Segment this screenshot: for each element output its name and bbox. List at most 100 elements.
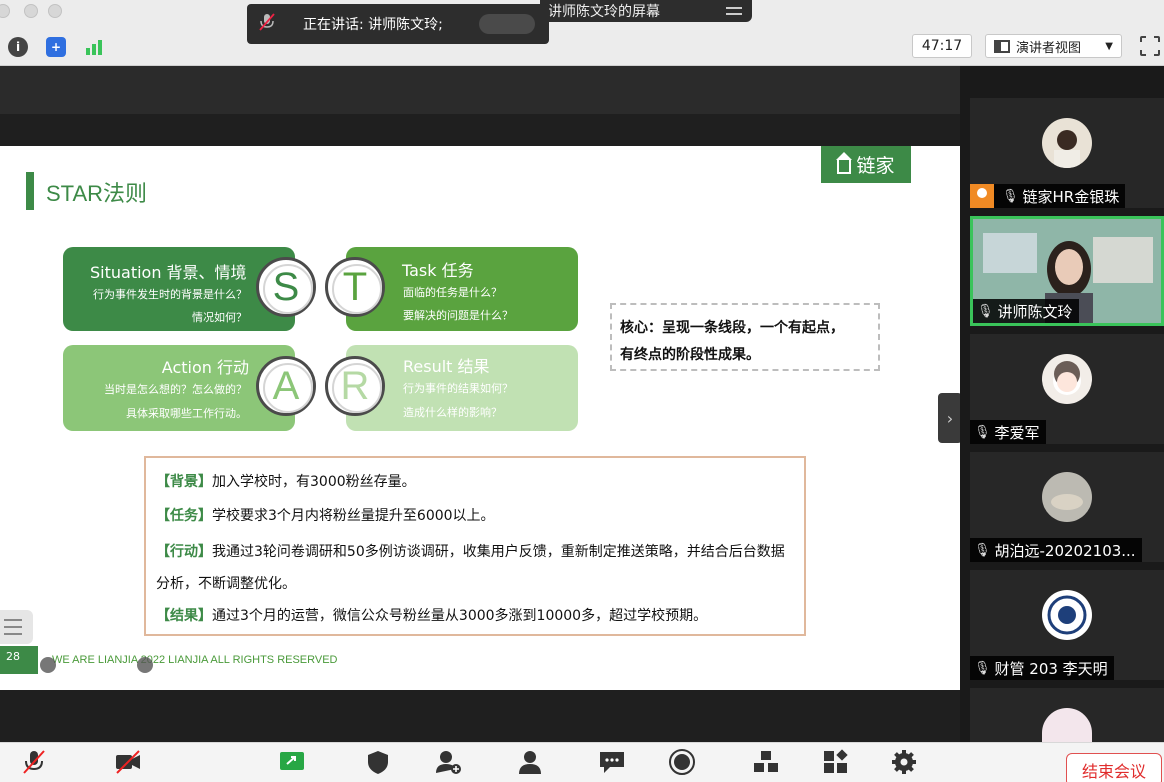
info-icon[interactable]: i xyxy=(8,37,28,57)
end-meeting-button[interactable]: 结束会议 xyxy=(1066,753,1162,782)
share-title-text: 讲师陈文玲的屏幕 xyxy=(548,4,660,20)
speaking-indicator: 正在讲话: 讲师陈文玲; xyxy=(247,4,549,44)
zoom-window-button[interactable] xyxy=(48,4,62,18)
card-line: 行为事件发生时的背景是什么？ xyxy=(93,288,247,301)
share-screen-icon[interactable] xyxy=(278,749,306,775)
letter-s-circle: S xyxy=(256,257,316,317)
star-tag: 【任务】 xyxy=(156,508,212,524)
more-icon[interactable] xyxy=(137,657,153,673)
participant-name-bar: 🎙 财管 203 李天明 xyxy=(970,656,1114,680)
security-shield-icon[interactable]: + xyxy=(46,37,66,57)
avatar xyxy=(1042,118,1092,168)
view-mode-label: 演讲者视图 xyxy=(1016,40,1082,56)
star-text: 我通过3轮问卷调研和50多例访谈调研，收集用户反馈，重新制定推送策略，并结合后台… xyxy=(156,544,785,592)
participant-name-bar: 🎙 链家HR金银珠 xyxy=(970,184,1126,208)
participant-tile[interactable]: 🎙 链家HR金银珠 xyxy=(970,98,1164,208)
apps-icon[interactable] xyxy=(822,749,850,775)
star-row: 【任务】学校要求3个月内将粉丝量提升至6000以上。 xyxy=(156,502,804,536)
participant-name-bar: 🎙 李爱军 xyxy=(970,420,1046,444)
core-line: 核心：呈现一条线段，一个有起点， xyxy=(620,320,844,336)
card-head: Result 结果 xyxy=(403,357,490,376)
list-line xyxy=(4,619,22,621)
star-text: 通过3个月的运营，微信公众号粉丝量从3000多涨到10000多，超过学校预期。 xyxy=(212,608,708,624)
card-head: Action 行动 xyxy=(161,358,249,377)
avatar xyxy=(1042,472,1092,522)
logo-text: 链家 xyxy=(856,155,895,177)
security-icon[interactable] xyxy=(364,749,392,775)
screen-share-title[interactable]: 讲师陈文玲的屏幕 xyxy=(540,0,752,22)
muted-mic-icon: 🎙 xyxy=(974,542,991,558)
collapse-panel-button[interactable]: › xyxy=(938,393,962,443)
meeting-toolbar: i + 47:17 演讲者视图 ▼ xyxy=(0,28,1164,66)
chat-icon[interactable] xyxy=(598,749,626,775)
screen-letterbox-bottom xyxy=(0,690,960,720)
card-line: 面临的任务是什么？ xyxy=(403,286,502,299)
presentation-slide: STAR法则 链家 Situation 背景、情境 行为事件发生时的背景是什么？… xyxy=(0,146,960,690)
muted-mic-icon xyxy=(247,13,287,35)
fullscreen-icon[interactable] xyxy=(1140,36,1160,56)
grid-view-icon xyxy=(994,39,1010,53)
signal-strength-icon[interactable] xyxy=(84,37,104,57)
star-tag: 【结果】 xyxy=(156,608,212,624)
participant-tile[interactable]: 🎙 胡泊远-20202103... xyxy=(970,452,1164,562)
muted-mic-icon: 🎙 xyxy=(1002,188,1019,204)
avatar xyxy=(1042,590,1092,640)
card-line: 当时是怎么想的？怎么做的？ xyxy=(104,383,247,396)
view-mode-dropdown[interactable]: 演讲者视图 ▼ xyxy=(985,34,1122,58)
participant-tile[interactable] xyxy=(970,688,1164,742)
card-line: 要解决的问题是什么？ xyxy=(403,309,513,322)
letter-t-circle: T xyxy=(325,257,385,317)
participant-name: 胡泊远-20202103... xyxy=(994,541,1136,560)
slide-title: STAR法则 xyxy=(46,181,148,206)
participant-name-bar: 🎙 讲师陈文玲 xyxy=(973,299,1079,323)
meeting-controls: 结束会议 xyxy=(0,742,1164,782)
avatar xyxy=(1042,354,1092,404)
star-row: 【行动】我通过3轮问卷调研和50多例访谈调研，收集用户反馈，重新制定推送策略，并… xyxy=(156,536,796,602)
slide-footer: WE ARE LIANJIA 2022 LIANJIA ALL RIGHTS R… xyxy=(52,654,338,666)
star-row: 【结果】通过3个月的运营，微信公众号粉丝量从3000多涨到10000多，超过学校… xyxy=(156,602,804,636)
meeting-timer: 47:17 xyxy=(912,34,972,58)
mute-mic-icon[interactable] xyxy=(20,749,48,775)
house-icon xyxy=(836,151,853,174)
participant-tile-active[interactable]: 🎙 讲师陈文玲 xyxy=(970,216,1164,326)
play-icon[interactable] xyxy=(40,657,56,673)
host-badge-icon xyxy=(970,184,994,208)
mic-icon: 🎙 xyxy=(977,303,994,319)
list-line xyxy=(4,633,22,635)
blurred-region xyxy=(479,14,535,34)
chevron-right-icon: › xyxy=(946,408,954,428)
lianjia-logo: 链家 xyxy=(821,146,911,183)
core-line: 有终点的阶段性成果。 xyxy=(620,347,760,363)
card-line: 具体采取哪些工作行动。 xyxy=(126,407,247,420)
page-number: 28 xyxy=(0,646,38,674)
slide-list-toggle[interactable] xyxy=(0,610,33,644)
settings-gear-icon[interactable] xyxy=(890,749,918,775)
muted-mic-icon: 🎙 xyxy=(974,424,991,440)
participant-name: 讲师陈文玲 xyxy=(997,302,1073,321)
participants-icon[interactable] xyxy=(516,749,544,775)
menu-icon[interactable] xyxy=(726,7,742,15)
card-line: 情况如何？ xyxy=(192,311,247,324)
letter-r-circle: R xyxy=(325,356,385,416)
title-accent-bar xyxy=(26,172,34,210)
star-text: 学校要求3个月内将粉丝量提升至6000以上。 xyxy=(212,508,495,524)
stop-video-icon[interactable] xyxy=(114,749,142,775)
invite-participant-icon[interactable] xyxy=(434,749,462,775)
minimize-window-button[interactable] xyxy=(24,4,38,18)
close-window-button[interactable] xyxy=(0,4,10,18)
breakout-rooms-icon[interactable] xyxy=(752,749,780,775)
core-callout: 核心：呈现一条线段，一个有起点， 有终点的阶段性成果。 xyxy=(610,303,880,371)
speaking-text: 正在讲话: 讲师陈文玲; xyxy=(303,17,443,33)
participant-name-bar: 🎙 胡泊远-20202103... xyxy=(970,538,1142,562)
star-tag: 【背景】 xyxy=(156,474,212,490)
record-icon[interactable] xyxy=(668,749,696,775)
muted-mic-icon: 🎙 xyxy=(974,660,991,676)
avatar xyxy=(1042,708,1092,742)
participant-name: 财管 203 李天明 xyxy=(994,659,1108,678)
participant-tile[interactable]: 🎙 财管 203 李天明 xyxy=(970,570,1164,680)
star-row: 【背景】加入学校时，有3000粉丝存量。 xyxy=(156,468,804,502)
list-line xyxy=(4,626,22,628)
participant-name: 链家HR金银珠 xyxy=(1022,187,1120,206)
star-example-box: 【背景】加入学校时，有3000粉丝存量。 【任务】学校要求3个月内将粉丝量提升至… xyxy=(144,456,806,636)
participant-tile[interactable]: 🎙 李爱军 xyxy=(970,334,1164,444)
